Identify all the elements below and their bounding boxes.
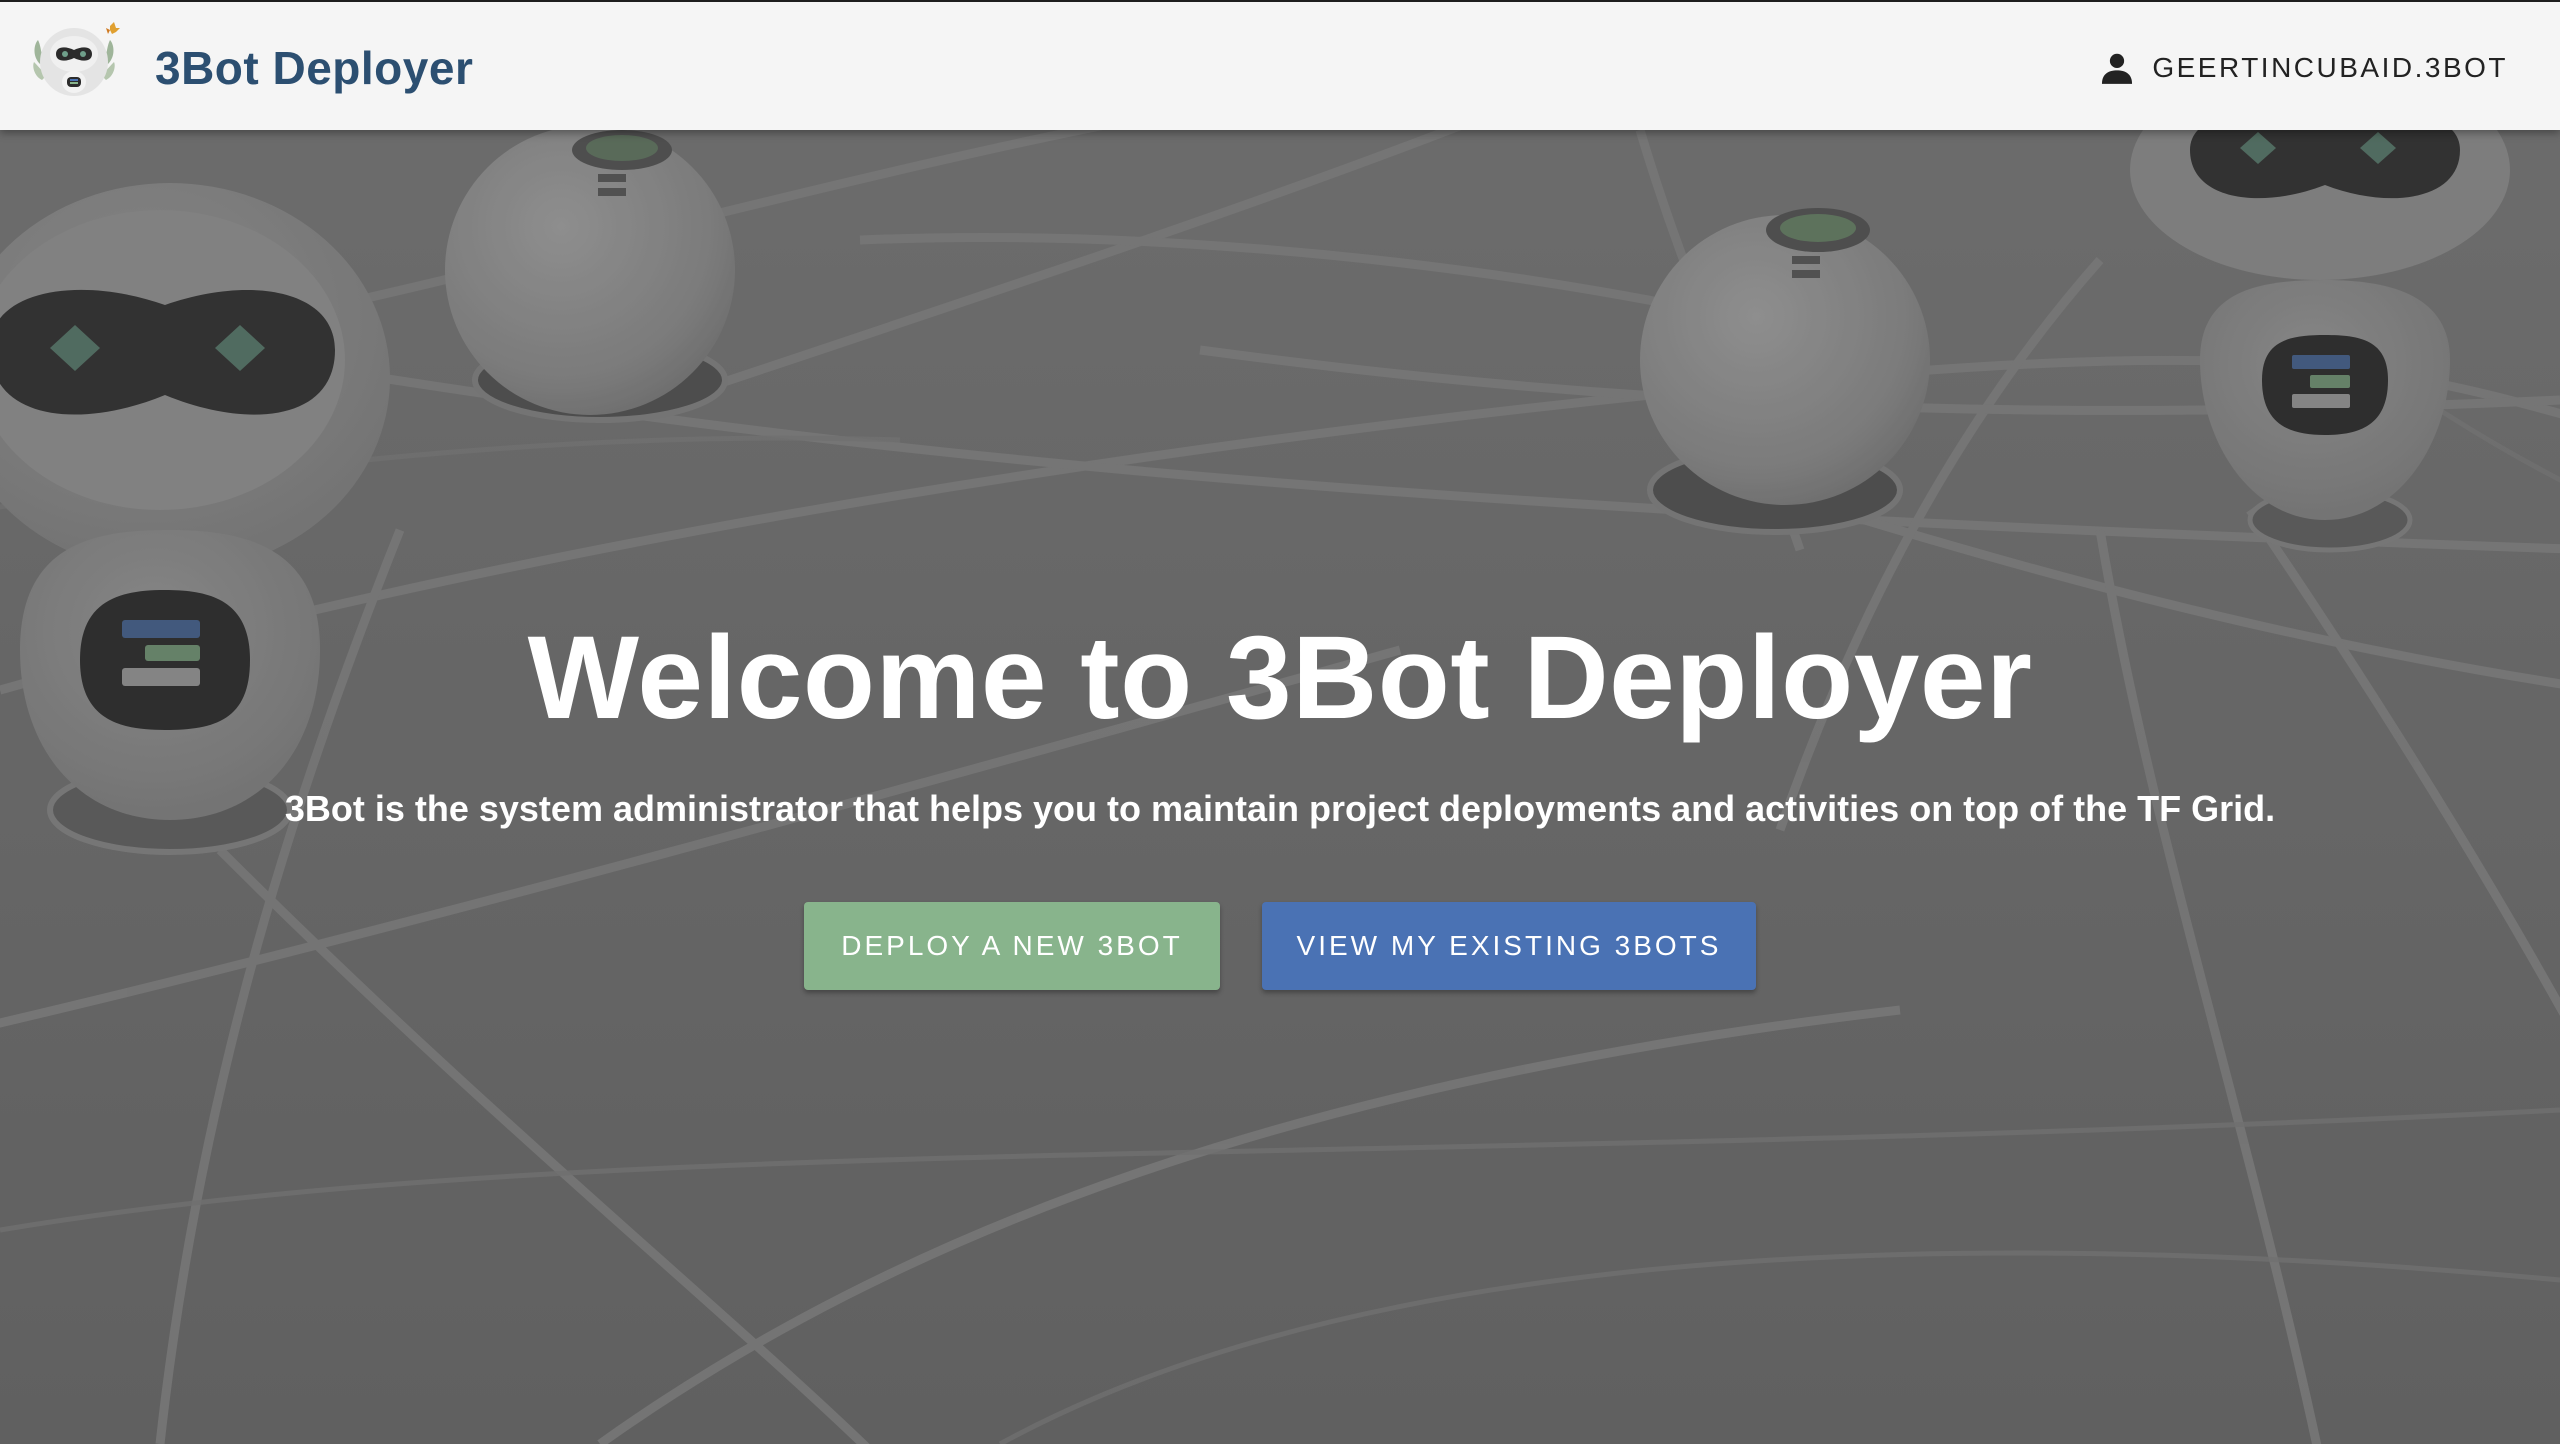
top-app-bar: 3Bot Deployer GEERTINCUBAID.3BOT — [0, 0, 2560, 130]
hero-title: Welcome to 3Bot Deployer — [527, 612, 2033, 744]
hero-subtitle: 3Bot is the system administrator that he… — [284, 788, 2276, 829]
robot-logo-icon[interactable] — [26, 20, 122, 110]
app-title[interactable]: 3Bot Deployer — [155, 38, 473, 98]
view-existing-3bots-button[interactable]: VIEW MY EXISTING 3BOTS — [1262, 902, 1756, 990]
hero-section: Welcome to 3Bot Deployer 3Bot is the sys… — [0, 130, 2560, 1444]
user-name-label: GEERTINCUBAID.3BOT — [2152, 52, 2508, 83]
deploy-new-3bot-button[interactable]: DEPLOY A NEW 3BOT — [804, 902, 1220, 990]
user-account-menu[interactable]: GEERTINCUBAID.3BOT — [2098, 42, 2508, 94]
person-icon — [2102, 53, 2133, 84]
